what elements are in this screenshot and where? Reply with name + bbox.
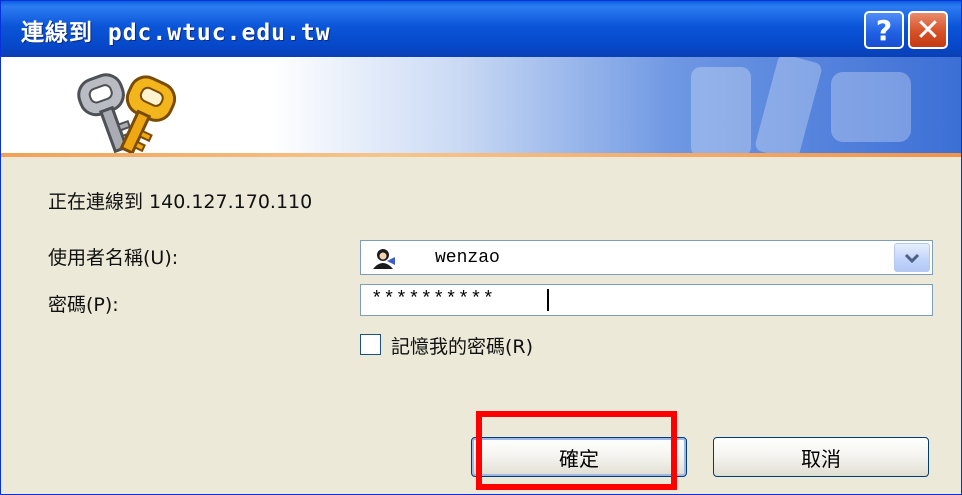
username-combobox[interactable]: wenzao: [360, 240, 933, 275]
password-value: **********: [371, 288, 496, 310]
username-dropdown-button[interactable]: [894, 243, 930, 272]
chevron-down-icon: [904, 253, 920, 263]
highlight-annotation-box: [476, 411, 677, 490]
keys-watermark-icon: [691, 57, 911, 155]
header-banner: [1, 57, 961, 155]
login-dialog: 連線到 pdc.wtuc.edu.tw ? ✕ 正在連線到 140.127.17…: [0, 0, 962, 495]
remember-password-label: 記憶我的密碼(R): [391, 336, 534, 358]
text-caret: [547, 289, 549, 311]
help-icon: ?: [875, 13, 893, 47]
user-account-icon: [373, 249, 395, 269]
cancel-button-label: 取消: [801, 446, 841, 471]
password-field[interactable]: **********: [360, 284, 933, 316]
connection-message: 正在連線到 140.127.170.110: [48, 191, 313, 213]
cancel-button[interactable]: 取消: [713, 437, 929, 477]
title-bar[interactable]: 連線到 pdc.wtuc.edu.tw ? ✕: [1, 1, 961, 57]
help-button[interactable]: ?: [864, 11, 904, 49]
password-label: 密碼(P):: [48, 294, 119, 316]
checkbox-box[interactable]: [360, 334, 381, 355]
close-icon: ✕: [915, 12, 941, 48]
username-label: 使用者名稱(U):: [48, 247, 179, 269]
window-title: 連線到 pdc.wtuc.edu.tw: [21, 20, 331, 46]
username-value: wenzao: [435, 248, 500, 268]
close-button[interactable]: ✕: [908, 11, 948, 49]
keys-icon: [77, 73, 177, 155]
